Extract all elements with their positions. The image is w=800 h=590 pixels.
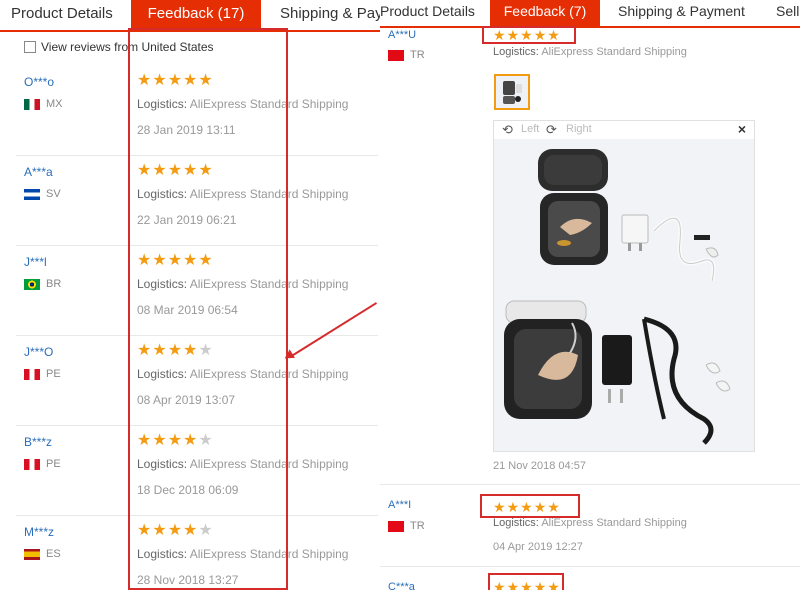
review-country: BR — [24, 278, 61, 290]
right-tab-bar: Product Details Feedback (7) Shipping & … — [380, 0, 800, 28]
flag-icon — [388, 49, 404, 61]
rotate-left-icon[interactable]: ⟲ — [502, 122, 513, 138]
country-code: PE — [46, 368, 61, 380]
tab-seller[interactable]: Selle — [776, 0, 800, 26]
rotate-right-label[interactable]: Right — [566, 123, 592, 135]
logistics-line: Logistics: AliExpress Standard Shipping — [493, 46, 687, 58]
flag-icon — [24, 368, 40, 380]
review-country: TR — [388, 520, 425, 532]
review-date: 21 Nov 2018 04:57 — [493, 460, 586, 472]
row-divider — [380, 566, 800, 567]
highlight-box — [482, 26, 576, 44]
review-photo-thumbnail[interactable] — [494, 74, 530, 110]
country-code: MX — [46, 98, 63, 110]
country-code: TR — [410, 520, 425, 532]
review-country: TR — [388, 49, 425, 61]
highlight-box — [480, 494, 580, 518]
review-country: ES — [24, 548, 61, 560]
flag-icon — [24, 98, 40, 110]
viewer-toolbar: ⟲ Left ⟳ Right × — [494, 121, 754, 139]
thumbnail-image — [503, 81, 522, 104]
checkbox-icon[interactable] — [24, 41, 36, 53]
review-country: MX — [24, 98, 63, 110]
flag-icon — [388, 520, 404, 532]
review-country: PE — [24, 458, 61, 470]
review-country: SV — [24, 188, 61, 200]
logistics-value: AliExpress Standard Shipping — [541, 46, 687, 58]
review-username[interactable]: O***o — [24, 75, 54, 89]
hearing-aid-kit-illustration — [504, 149, 731, 445]
review-date: 04 Apr 2019 12:27 — [493, 541, 583, 553]
tab-feedback[interactable]: Feedback (17) — [131, 0, 261, 30]
tab-shipping-payment[interactable]: Shipping & Payment — [618, 0, 745, 26]
review-username[interactable]: A***I — [388, 499, 411, 511]
review-photo — [494, 139, 754, 451]
right-feedback-panel: Product Details Feedback (7) Shipping & … — [380, 0, 800, 590]
rotate-left-label[interactable]: Left — [521, 123, 539, 135]
tab-product-details[interactable]: Product Details — [380, 0, 475, 26]
flag-icon — [24, 548, 40, 560]
tab-product-details[interactable]: Product Details — [11, 0, 131, 30]
flag-icon — [24, 278, 40, 290]
country-code: TR — [410, 49, 425, 61]
flag-icon — [24, 458, 40, 470]
country-code: PE — [46, 458, 61, 470]
review-username[interactable]: J***l — [24, 255, 47, 269]
close-icon[interactable]: × — [738, 121, 746, 137]
highlight-box — [128, 28, 288, 590]
country-code: SV — [46, 188, 61, 200]
review-username[interactable]: J***O — [24, 345, 53, 359]
review-username[interactable]: M***z — [24, 525, 54, 539]
country-code: ES — [46, 548, 61, 560]
logistics-value: AliExpress Standard Shipping — [541, 517, 687, 529]
logistics-label: Logistics: — [493, 46, 539, 58]
flag-icon — [24, 188, 40, 200]
rotate-right-icon[interactable]: ⟳ — [546, 122, 557, 138]
review-username[interactable]: B***z — [24, 435, 52, 449]
photo-viewer: ⟲ Left ⟳ Right × — [493, 120, 755, 452]
tab-shipping-payment[interactable]: Shipping & Payment — [280, 0, 380, 30]
row-divider — [380, 484, 800, 485]
tab-feedback[interactable]: Feedback (7) — [490, 0, 600, 26]
review-username[interactable]: A***U — [388, 29, 416, 41]
logistics-label: Logistics: — [493, 517, 539, 529]
review-username[interactable]: C***a — [388, 581, 415, 590]
country-code: BR — [46, 278, 62, 290]
logistics-line: Logistics: AliExpress Standard Shipping — [493, 517, 687, 529]
highlight-box — [488, 573, 564, 590]
review-username[interactable]: A***a — [24, 165, 53, 179]
review-country: PE — [24, 368, 61, 380]
